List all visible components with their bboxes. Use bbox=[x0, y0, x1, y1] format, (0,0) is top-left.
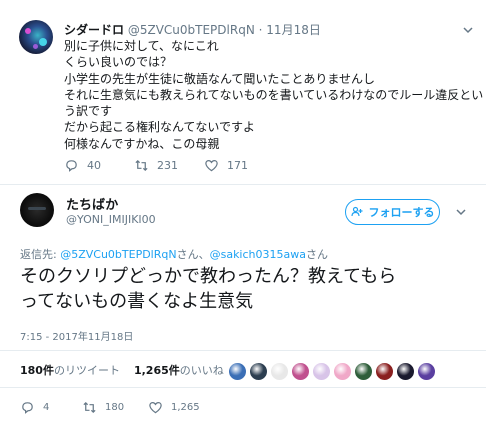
mention-link[interactable]: @5ZVCu0bTEPDlRqN bbox=[60, 248, 176, 261]
main-text-line: そのクソリプどっかで教わったん？教えてもら bbox=[20, 266, 397, 287]
liker-avatar[interactable] bbox=[249, 362, 268, 381]
like-count: 171 bbox=[227, 158, 248, 172]
parent-text-line: 小学生の先生が生徒に敬語なんて聞いたことありませんし bbox=[64, 71, 376, 86]
retweet-count: 180 bbox=[105, 401, 125, 413]
parent-text-line: う訳です bbox=[64, 104, 113, 119]
parent-text-line: だから起こる権利なんてないですよ bbox=[64, 120, 256, 135]
avatar-art bbox=[33, 44, 38, 49]
main-handle[interactable]: @YONI_IMIJIKI00 bbox=[66, 213, 156, 226]
liker-avatar[interactable] bbox=[291, 362, 310, 381]
liker-avatar[interactable] bbox=[396, 362, 415, 381]
retweet-button[interactable]: 231 bbox=[134, 156, 178, 174]
retweet-stat-label: のリツイート bbox=[53, 364, 120, 377]
parent-tweet[interactable]: シダードロ @5ZVCu0bTEPDlRqN · 11月18日 別に子供に対して… bbox=[0, 0, 486, 184]
mention-link[interactable]: @sakich0315awa bbox=[210, 248, 306, 261]
tweet-timestamp[interactable]: 7:15 - 2017年11月18日 bbox=[20, 328, 133, 343]
parent-tweet-text: 別に子供に対して、なにこれ くらい良いのでは？ 小学生の先生が生徒に敬語なんて聞… bbox=[64, 38, 484, 152]
honorific: さん bbox=[305, 248, 328, 261]
avatar-art bbox=[28, 207, 46, 210]
like-button[interactable]: 1,265 bbox=[148, 398, 200, 416]
reply-button[interactable]: 40 bbox=[64, 156, 101, 174]
parent-display-name[interactable]: シダードロ bbox=[64, 23, 124, 37]
divider bbox=[0, 184, 486, 185]
parent-text-line: それに生意気にも教えられてないものを書いているわけなのでルール違反とい bbox=[64, 87, 484, 102]
main-text-line: ってないもの書くなよ生意気 bbox=[20, 291, 254, 312]
liker-avatar[interactable] bbox=[375, 362, 394, 381]
reply-to-line: 返信先: @5ZVCu0bTEPDlRqNさん、@sakich0315awaさん bbox=[20, 246, 328, 262]
engagement-stats: 180件のリツイート 1,265件のいいね bbox=[20, 362, 224, 378]
parent-text-line: 別に子供に対して、なにこれ bbox=[64, 39, 219, 53]
heart-icon bbox=[205, 159, 218, 171]
divider bbox=[0, 387, 486, 388]
separator-dot: · bbox=[258, 23, 263, 37]
retweet-button[interactable]: 180 bbox=[82, 398, 124, 416]
divider bbox=[0, 350, 486, 351]
follow-button[interactable]: フォローする bbox=[345, 199, 440, 225]
liker-avatar[interactable] bbox=[228, 362, 247, 381]
like-button[interactable]: 171 bbox=[204, 156, 248, 174]
follow-label: フォローする bbox=[368, 206, 435, 219]
parent-date[interactable]: 11月18日 bbox=[266, 23, 321, 37]
parent-text-line: 何様なんですかね、この母親 bbox=[64, 136, 220, 151]
like-stat[interactable]: 1,265件のいいね bbox=[134, 364, 224, 377]
reply-button[interactable]: 4 bbox=[20, 398, 49, 416]
parent-text-line: くらい良いのでは？ bbox=[64, 55, 173, 70]
liker-avatar[interactable] bbox=[312, 362, 331, 381]
like-count: 1,265 bbox=[171, 401, 200, 413]
reply-count: 40 bbox=[87, 158, 101, 172]
liker-avatar[interactable] bbox=[270, 362, 289, 381]
retweet-icon bbox=[83, 401, 96, 413]
reply-count: 4 bbox=[43, 401, 50, 413]
reply-icon bbox=[22, 401, 33, 414]
like-stat-count: 1,265件 bbox=[133, 364, 180, 377]
parent-handle[interactable]: @5ZVCu0bTEPDlRqN bbox=[128, 23, 255, 37]
main-tweet-text: そのクソリプどっかで教わったん？教えてもら ってないもの書くなよ生意気 bbox=[20, 264, 475, 314]
chevron-down-icon[interactable] bbox=[455, 206, 467, 218]
parent-header: シダードロ @5ZVCu0bTEPDlRqN · 11月18日 bbox=[64, 22, 321, 38]
avatar-art bbox=[39, 38, 47, 46]
main-avatar[interactable] bbox=[20, 193, 54, 227]
reply-icon bbox=[66, 159, 77, 172]
retweet-stat-count: 180件 bbox=[20, 364, 54, 377]
retweet-count: 231 bbox=[157, 158, 178, 172]
honorific: さん、 bbox=[176, 248, 210, 261]
retweet-stat[interactable]: 180件のリツイート bbox=[20, 364, 120, 377]
liker-avatar[interactable] bbox=[333, 362, 352, 381]
add-user-icon bbox=[350, 206, 362, 217]
liker-avatar[interactable] bbox=[417, 362, 436, 381]
avatar-art bbox=[25, 28, 31, 34]
like-stat-label: のいいね bbox=[179, 364, 224, 377]
heart-icon bbox=[149, 401, 162, 413]
retweet-icon bbox=[135, 159, 148, 171]
reply-prefix: 返信先: bbox=[20, 248, 61, 261]
parent-avatar[interactable] bbox=[19, 20, 53, 54]
main-display-name[interactable]: たちばか bbox=[66, 194, 118, 213]
liker-avatar[interactable] bbox=[354, 362, 373, 381]
chevron-down-icon[interactable] bbox=[462, 24, 474, 36]
